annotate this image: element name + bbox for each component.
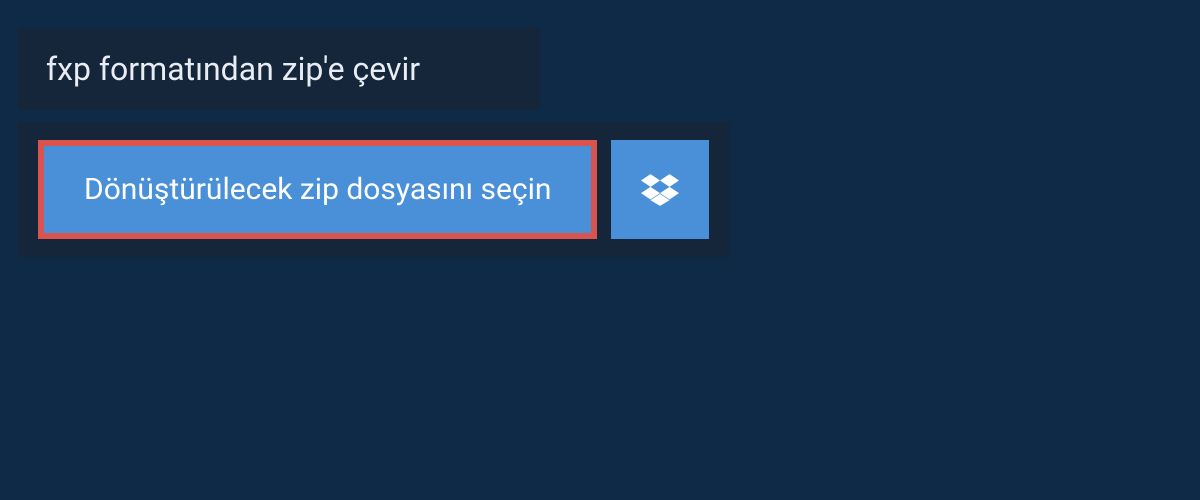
page-title: fxp formatından zip'e çevir bbox=[18, 28, 540, 110]
dropbox-button[interactable] bbox=[611, 140, 709, 239]
select-file-label: Dönüştürülecek zip dosyasını seçin bbox=[84, 172, 551, 207]
upload-panel: Dönüştürülecek zip dosyasını seçin bbox=[18, 122, 729, 257]
dropbox-icon bbox=[641, 171, 679, 209]
select-file-button[interactable]: Dönüştürülecek zip dosyasını seçin bbox=[38, 140, 597, 239]
